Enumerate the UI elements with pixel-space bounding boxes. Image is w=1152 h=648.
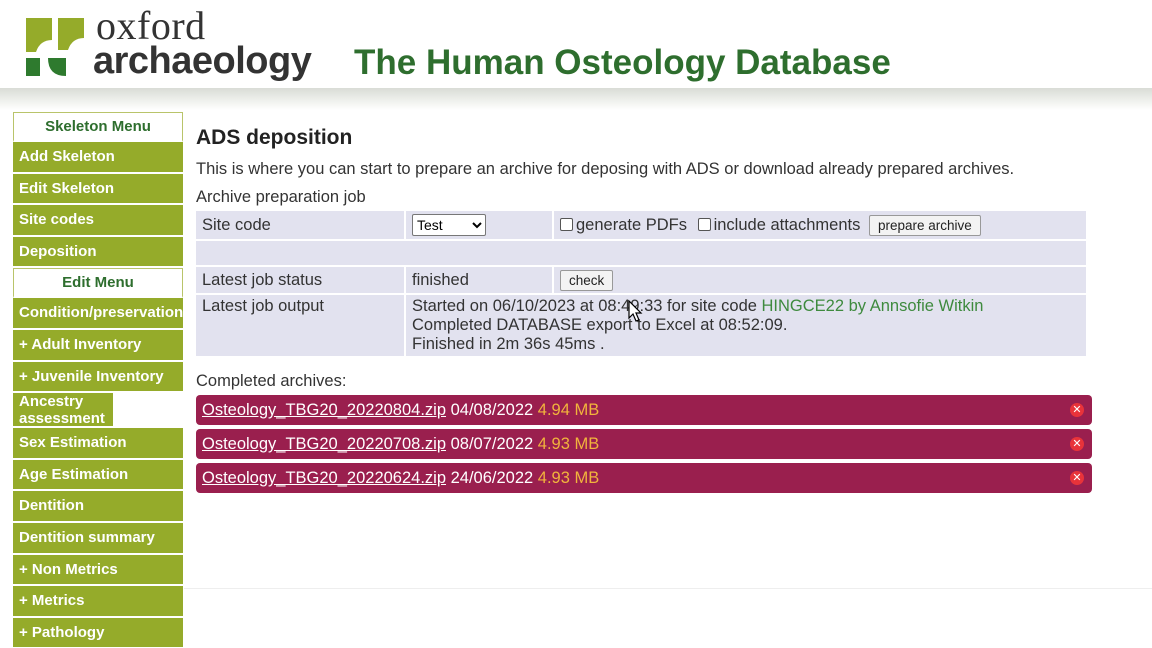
archive-date: 24/06/2022 [450, 469, 534, 487]
main-content: ADS deposition This is where you can sta… [196, 112, 1136, 493]
archive-size: 4.94 MB [537, 401, 600, 419]
generate-pdfs-checkbox[interactable] [560, 217, 573, 231]
archive-size: 4.93 MB [537, 435, 600, 453]
archive-row: Osteology_TBG20_20220804.zip 04/08/2022 … [196, 395, 1092, 425]
skeleton-menu-heading: Skeleton Menu [13, 112, 183, 142]
sidebar: Skeleton Menu Add Skeleton Edit Skeleton… [13, 112, 183, 648]
output-line-started: Started on 06/10/2023 at 08:49:33 for si… [412, 297, 762, 315]
output-line-finished: Finished in 2m 36s 45ms . [412, 335, 605, 353]
header-band [0, 88, 1152, 110]
mouse-cursor-icon [628, 300, 643, 322]
archive-download-link[interactable]: Osteology_TBG20_20220708.zip [202, 435, 446, 453]
sidebar-item-metrics[interactable]: + Metrics [13, 586, 183, 618]
include-attachments-label: include attachments [713, 215, 861, 234]
completed-archives-label: Completed archives: [196, 372, 347, 390]
delete-icon[interactable]: ✕ [1070, 403, 1084, 417]
sidebar-item-pathology[interactable]: + Pathology [13, 617, 183, 648]
include-attachments-checkbox[interactable] [697, 217, 711, 231]
edit-menu-heading: Edit Menu [13, 268, 183, 299]
archive-preparation-label: Archive preparation job [196, 188, 366, 206]
logo-text-archaeology: archaeology [93, 40, 312, 82]
sidebar-item-add-skeleton[interactable]: Add Skeleton [13, 142, 183, 174]
sidebar-item-condition-preservation[interactable]: Condition/preservation [13, 298, 183, 330]
sidebar-item-ancestry-assessment[interactable]: Ancestry assessment [13, 393, 113, 429]
archive-row: Osteology_TBG20_20220708.zip 08/07/2022 … [196, 429, 1092, 459]
intro-text: This is where you can start to prepare a… [196, 160, 1015, 178]
archive-download-link[interactable]: Osteology_TBG20_20220804.zip [202, 401, 446, 419]
job-status-label: Latest job status [196, 267, 404, 293]
sidebar-item-sex-estimation[interactable]: Sex Estimation [13, 428, 183, 460]
job-status-value: finished [406, 267, 552, 293]
prepare-archive-button[interactable]: prepare archive [868, 214, 981, 236]
archive-date: 08/07/2022 [450, 435, 534, 453]
archive-download-link[interactable]: Osteology_TBG20_20220624.zip [202, 469, 446, 487]
archive-size: 4.93 MB [537, 469, 600, 487]
divider [184, 588, 1152, 589]
sidebar-item-adult-inventory[interactable]: + Adult Inventory [13, 329, 183, 362]
generate-pdfs-label: generate PDFs [576, 215, 687, 234]
page-title: ADS deposition [196, 126, 353, 149]
archive-row: Osteology_TBG20_20220624.zip 24/06/2022 … [196, 463, 1092, 493]
header: oxford archaeology The Human Osteology D… [0, 0, 1152, 92]
output-site-code: HINGCE22 by Annsofie Witkin [761, 297, 984, 315]
sidebar-item-edit-skeleton[interactable]: Edit Skeleton [13, 173, 183, 206]
sidebar-item-juvenile-inventory[interactable]: + Juvenile Inventory [13, 361, 183, 394]
sidebar-item-age-estimation[interactable]: Age Estimation [13, 459, 183, 492]
site-title: The Human Osteology Database [354, 43, 891, 82]
delete-icon[interactable]: ✕ [1070, 471, 1084, 485]
sidebar-item-dentition[interactable]: Dentition [13, 491, 183, 523]
check-button[interactable]: check [560, 269, 614, 291]
job-output: Started on 06/10/2023 at 08:49:33 for si… [406, 295, 1086, 356]
site-code-select[interactable]: Test [412, 214, 486, 236]
sidebar-item-site-codes[interactable]: Site codes [13, 205, 183, 237]
sidebar-item-deposition[interactable]: Deposition [13, 236, 183, 269]
archive-preparation-table: Site code Test generate PDFs include att… [194, 209, 1088, 358]
job-output-label: Latest job output [196, 295, 404, 356]
sidebar-item-dentition-summary[interactable]: Dentition summary [13, 522, 183, 555]
site-code-label: Site code [196, 211, 404, 239]
sidebar-item-non-metrics[interactable]: + Non Metrics [13, 554, 183, 587]
archive-date: 04/08/2022 [450, 401, 534, 419]
delete-icon[interactable]: ✕ [1070, 437, 1084, 451]
oxford-archaeology-logo-icon [26, 18, 84, 76]
spacer-row [196, 241, 1086, 265]
output-line-completed: Completed DATABASE export to Excel at 08… [412, 316, 788, 334]
